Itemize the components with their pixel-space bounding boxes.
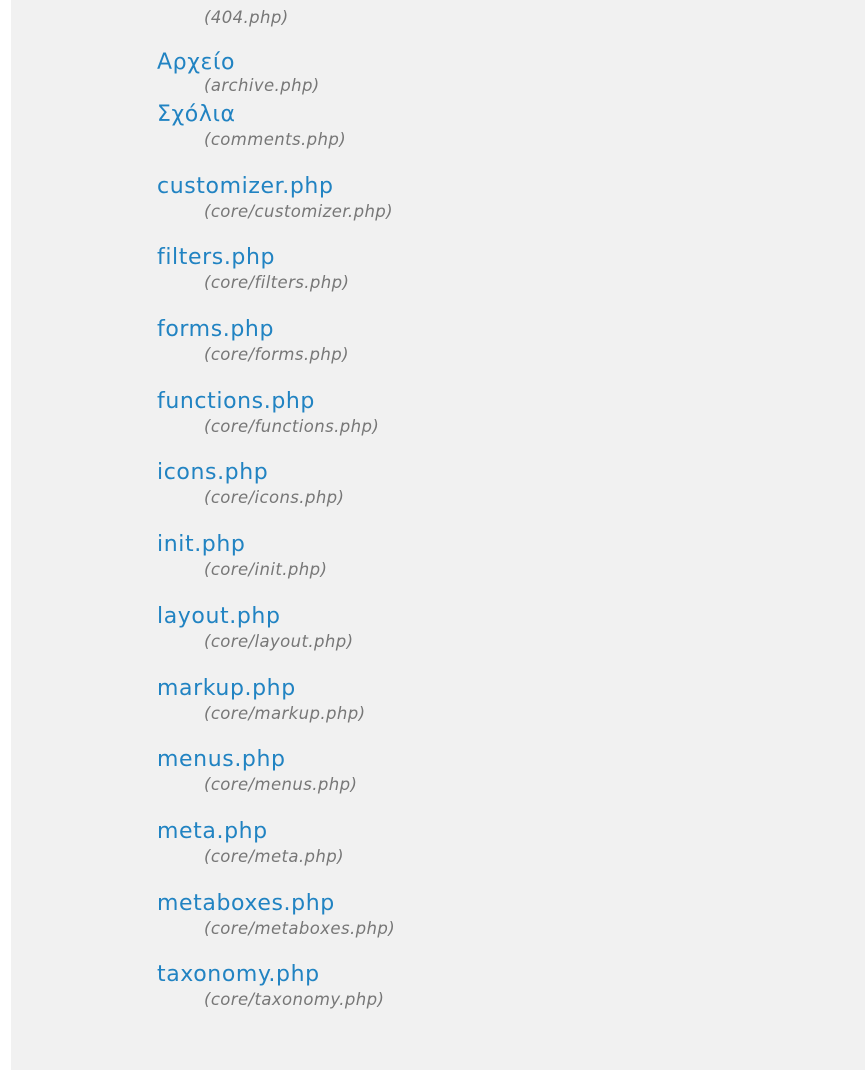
file-item-taxonomy: taxonomy.php (core/taxonomy.php)	[157, 962, 395, 1034]
file-path-archive: (archive.php)	[204, 76, 320, 95]
file-item-icons: icons.php (core/icons.php)	[157, 460, 395, 532]
file-item-meta: meta.php (core/meta.php)	[157, 819, 395, 891]
file-link-customizer[interactable]: customizer.php	[157, 174, 395, 200]
file-link-metaboxes[interactable]: metaboxes.php	[157, 891, 395, 917]
file-link-archive[interactable]: Αρχείο	[157, 50, 395, 76]
file-item-layout: layout.php (core/layout.php)	[157, 604, 395, 676]
file-link-init[interactable]: init.php	[157, 532, 395, 558]
file-path-metaboxes: (core/metaboxes.php)	[204, 918, 396, 938]
file-link-functions[interactable]: functions.php	[157, 389, 395, 415]
file-item-init: init.php (core/init.php)	[157, 532, 395, 604]
file-path-functions: (core/functions.php)	[204, 416, 380, 436]
file-link-taxonomy[interactable]: taxonomy.php	[157, 962, 395, 988]
file-item-markup: markup.php (core/markup.php)	[157, 676, 395, 748]
file-link-menus[interactable]: menus.php	[157, 747, 395, 773]
file-item-customizer: customizer.php (core/customizer.php)	[157, 174, 395, 246]
file-item-functions: functions.php (core/functions.php)	[157, 389, 395, 461]
file-item-forms: forms.php (core/forms.php)	[157, 317, 395, 389]
file-path-404: (404.php)	[204, 8, 289, 27]
file-item-comments: Σχόλια (comments.php)	[157, 102, 395, 174]
theme-files-panel: (404.php) Αρχείο (archive.php) Σχόλια (c…	[11, 0, 865, 1070]
file-link-markup[interactable]: markup.php	[157, 676, 395, 702]
file-path-icons: (core/icons.php)	[204, 488, 345, 508]
file-item-archive: Αρχείο (archive.php)	[157, 50, 395, 102]
file-link-comments[interactable]: Σχόλια	[157, 102, 395, 128]
file-path-forms: (core/forms.php)	[204, 345, 349, 365]
file-path-menus: (core/menus.php)	[204, 775, 358, 795]
file-path-filters: (core/filters.php)	[204, 273, 350, 293]
file-path-meta: (core/meta.php)	[204, 846, 344, 866]
file-path-init: (core/init.php)	[204, 560, 328, 580]
file-item-menus: menus.php (core/menus.php)	[157, 747, 395, 819]
file-path-taxonomy: (core/taxonomy.php)	[204, 990, 385, 1010]
file-link-icons[interactable]: icons.php	[157, 460, 395, 486]
file-link-layout[interactable]: layout.php	[157, 604, 395, 630]
file-path-markup: (core/markup.php)	[204, 703, 366, 723]
file-item-metaboxes: metaboxes.php (core/metaboxes.php)	[157, 891, 395, 963]
file-link-forms[interactable]: forms.php	[157, 317, 395, 343]
file-link-meta[interactable]: meta.php	[157, 819, 395, 845]
theme-file-list: Αρχείο (archive.php) Σχόλια (comments.ph…	[157, 50, 395, 1034]
file-item-filters: filters.php (core/filters.php)	[157, 245, 395, 317]
file-path-customizer: (core/customizer.php)	[204, 201, 394, 221]
file-path-comments: (comments.php)	[204, 130, 347, 149]
file-link-filters[interactable]: filters.php	[157, 245, 395, 271]
file-path-layout: (core/layout.php)	[204, 631, 354, 651]
